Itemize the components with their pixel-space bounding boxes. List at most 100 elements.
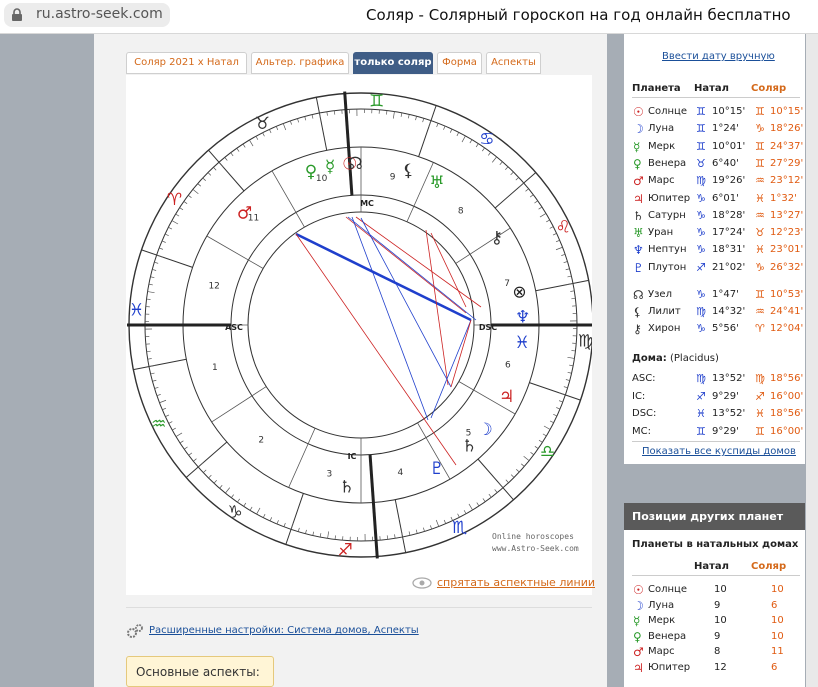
planet-name: Мерк (648, 615, 676, 626)
degree-tick (555, 239, 560, 243)
degree-tick (463, 510, 467, 514)
degree-tick (435, 519, 440, 527)
advanced-settings-link[interactable]: Расширенные настройки: Система домов, Ас… (149, 625, 419, 636)
solar-degree: 13°27' (770, 209, 804, 221)
degree-tick (415, 529, 418, 534)
degree-tick (188, 452, 193, 456)
planet-glyph-icon: ☽ (477, 420, 492, 440)
degree-tick (154, 261, 159, 264)
zodiac-sign-icon: ♏ (452, 518, 467, 538)
dsc-label: DSC (479, 323, 497, 332)
solar-degree: 26°32' (770, 261, 804, 273)
solar-sign-icon: ♑ (755, 122, 765, 136)
degree-tick (171, 220, 179, 225)
degree-tick (491, 156, 497, 163)
degree-tick (534, 200, 538, 204)
planet-glyph-icon: ♓ (514, 333, 529, 353)
degree-tick (516, 469, 520, 473)
degree-tick (488, 152, 491, 156)
degree-tick (175, 213, 180, 217)
house-name: MC: (632, 425, 651, 437)
planet-name: Юпитер (648, 192, 691, 204)
lock-icon (12, 8, 22, 21)
natal-degree: 1°24' (712, 123, 739, 135)
degree-tick (525, 188, 529, 192)
natal-house: 8 (714, 646, 721, 657)
degree-tick (156, 254, 164, 258)
planet-glyph-icon: ♃ (633, 191, 644, 206)
degree-tick (543, 425, 551, 430)
house-cusp (206, 235, 264, 269)
natal-house: 10 (714, 615, 727, 626)
col-solar: Соляр (751, 83, 787, 94)
solar-house: 6 (771, 661, 778, 673)
degree-tick (563, 261, 568, 263)
col-natal: Натал (694, 83, 729, 94)
solar-degree: 12°23' (770, 227, 804, 239)
tab-aspects[interactable]: Аспекты (486, 52, 541, 74)
sign-boundary (285, 493, 304, 545)
degree-tick (538, 206, 543, 210)
ic-label: IC (348, 452, 357, 461)
natal-sign-icon: ♐ (696, 260, 706, 274)
sidebar-sep (632, 441, 800, 442)
main-aspects-button[interactable]: Основные аспекты: (126, 656, 274, 687)
degree-tick (231, 494, 234, 498)
wheel-ring (230, 194, 492, 456)
address-url[interactable]: ru.astro-seek.com (36, 6, 163, 22)
degree-tick (518, 182, 524, 188)
planet-glyph-icon: ☉ (633, 105, 644, 119)
house-name: IC: (632, 390, 646, 402)
sidebar-other-positions (624, 503, 805, 687)
degree-tick (275, 126, 279, 131)
solar-sign-icon: ♊ (755, 139, 765, 153)
tab-solar-natal[interactable]: Соляр 2021 x Натал (126, 52, 247, 74)
house-number: 3 (327, 470, 333, 480)
degree-tick (213, 167, 217, 171)
degree-tick (172, 427, 176, 431)
natal-degree: 18°31' (712, 244, 746, 256)
natal-degree: 21°02' (712, 261, 746, 273)
tab-alt-graphics[interactable]: Альтер. графика (251, 52, 349, 74)
planet-glyph-icon: ♃ (633, 660, 644, 675)
planet-glyph-icon: ♇ (633, 260, 644, 275)
degree-tick (156, 394, 161, 397)
planet-glyph-icon: ☽ (633, 598, 644, 613)
show-cusps-link[interactable]: Показать все куспиды домов (642, 446, 796, 457)
degree-tick (289, 120, 292, 125)
planet-name: Венера (648, 630, 687, 642)
degree-tick (523, 455, 530, 461)
degree-tick (510, 171, 514, 176)
planet-name: Венера (648, 157, 687, 169)
planet-name: Сатурн (648, 209, 686, 221)
degree-tick (558, 400, 563, 403)
degree-tick (510, 474, 515, 478)
planet-glyph-icon: ☉ (633, 583, 644, 597)
sign-boundary (418, 105, 437, 157)
aspect-line (430, 232, 467, 308)
tab-form[interactable]: Форма (437, 52, 482, 74)
natal-sign-icon: ♍ (696, 305, 706, 318)
degree-tick (312, 531, 315, 536)
solar-degree: 24°37' (770, 140, 804, 152)
degree-tick (162, 407, 167, 411)
degree-tick (539, 213, 547, 218)
house-solar: 18°56' (770, 408, 804, 419)
solar-sign-icon: ♉ (755, 226, 765, 240)
planet-glyph-icon: ⊗ (512, 282, 526, 302)
tab-solar-only[interactable]: только соляр (353, 52, 433, 74)
degree-tick (150, 372, 155, 375)
solar-sign-icon: ♍ (755, 372, 765, 385)
degree-tick (319, 533, 322, 538)
natal-degree: 1°47' (712, 289, 739, 300)
natal-degree: 10°15' (712, 106, 746, 117)
degree-tick (556, 407, 561, 410)
enter-date-link[interactable]: Ввести дату вручную (662, 51, 775, 62)
planet-glyph-icon: ♄ (633, 208, 644, 223)
solar-degree: 23°12' (770, 175, 804, 187)
degree-tick (505, 479, 509, 483)
natal-sign-icon: ♊ (696, 122, 706, 136)
hide-aspect-lines-link[interactable]: спрятать аспектные линии (437, 576, 595, 589)
degree-tick (569, 364, 574, 367)
degree-tick (549, 420, 554, 424)
